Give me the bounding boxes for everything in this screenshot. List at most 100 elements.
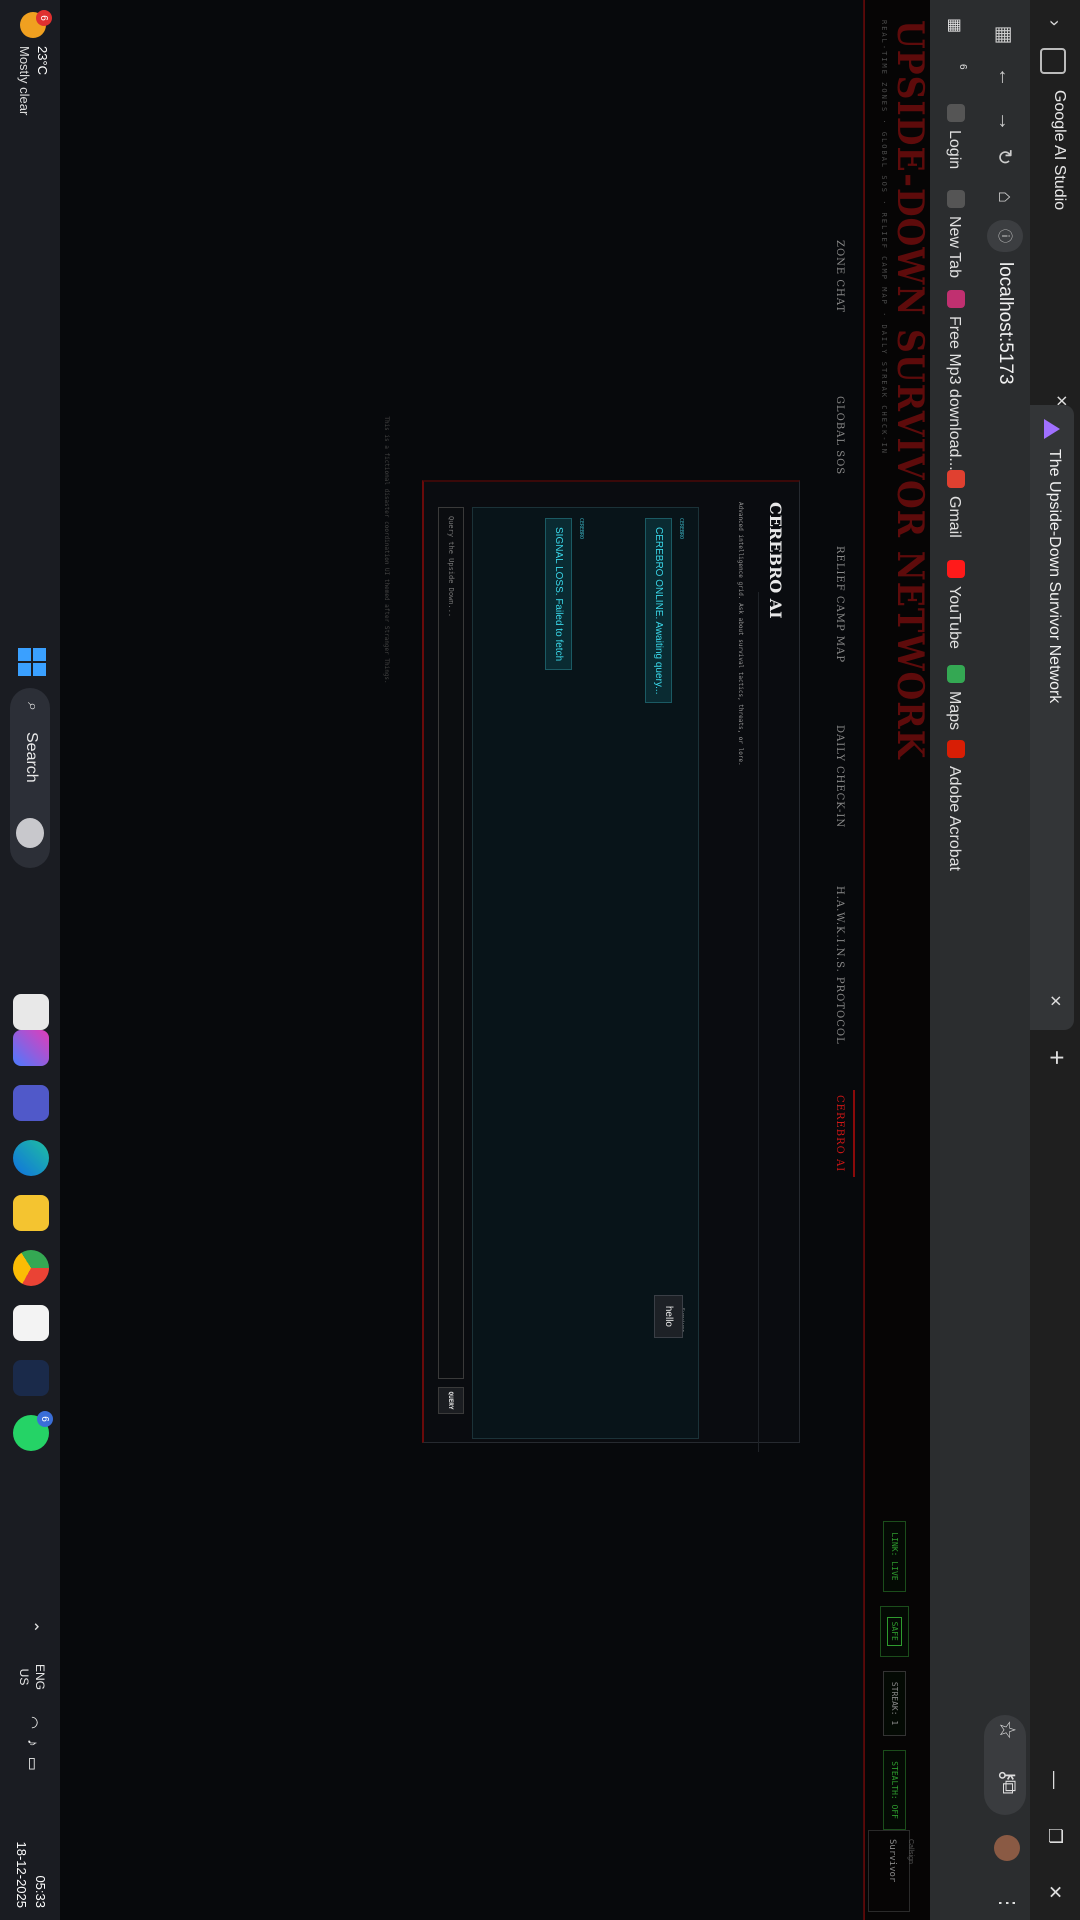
header-divider xyxy=(863,0,865,1920)
whatsapp-icon[interactable]: 6 xyxy=(13,1411,53,1451)
bookmark-login[interactable]: Login xyxy=(945,104,965,169)
bookmark-label: Maps xyxy=(946,691,963,731)
extensions-icon[interactable]: ⧉ xyxy=(997,1780,1020,1794)
bookmark-apps-icon[interactable]: ▦ xyxy=(945,18,965,33)
tab-google-ai-studio[interactable]: Google AI Studio xyxy=(1050,90,1068,210)
callsign-label: Callsign xyxy=(907,1839,914,1864)
footer-disclaimer: This is a fictional disaster coordinatio… xyxy=(383,416,390,684)
message-sender: CEREBRO xyxy=(578,518,584,540)
globe-icon xyxy=(947,190,965,208)
search-highlight-icon xyxy=(16,818,44,848)
query-button[interactable]: QUERY xyxy=(438,1387,464,1414)
minimize-icon[interactable]: — xyxy=(1030,1752,1080,1808)
panel-title: CEREBRO AI xyxy=(766,502,785,619)
bookmark-label: Free Mp3 download... xyxy=(946,316,963,471)
bookmark-star-icon[interactable]: ☆ xyxy=(994,1720,1020,1740)
tab-relief-camp-map[interactable]: RELIEF CAMP MAP xyxy=(834,546,845,663)
bookmark-adobe-acrobat[interactable]: Adobe Acrobat xyxy=(945,740,965,871)
user-callsign-field[interactable]: Callsign Survivor xyxy=(868,1830,914,1912)
file-copy-app-icon[interactable] xyxy=(13,994,49,1030)
tray-icons[interactable]: ◠♪▭ xyxy=(24,1716,42,1781)
streak-badge: STREAK: 1 xyxy=(883,1670,907,1737)
bookmark-new-tab[interactable]: New Tab xyxy=(945,190,965,278)
language-indicator[interactable]: ENG US xyxy=(16,1664,48,1690)
search-icon: ⌕ xyxy=(24,702,41,711)
globe-icon xyxy=(947,104,965,122)
bookmark-label: Login xyxy=(946,130,963,170)
query-input[interactable] xyxy=(439,508,463,1378)
microsoft-store-icon[interactable] xyxy=(13,1305,49,1341)
tab-global-sos[interactable]: GLOBAL SOS xyxy=(834,396,845,475)
chrome-icon[interactable] xyxy=(13,1250,49,1286)
weather-badge: 6 xyxy=(36,10,52,26)
weather-temp: 23°C xyxy=(35,46,50,76)
screen: › Google AI Studio × The Upside-Down Sur… xyxy=(0,0,1080,1920)
site-info-icon[interactable]: ⓘ xyxy=(987,220,1023,252)
music-icon xyxy=(947,290,965,308)
bookmark-label: Adobe Acrobat xyxy=(946,766,963,871)
acrobat-icon xyxy=(947,740,965,758)
bookmark-free-mp3[interactable]: Free Mp3 download... xyxy=(945,290,965,471)
window-controls: — ❐ ✕ xyxy=(1030,1752,1080,1920)
stealth-toggle[interactable]: STEALTH: OFF xyxy=(883,1750,907,1830)
start-button[interactable] xyxy=(16,648,46,678)
bookmark-label: YouTube xyxy=(946,586,963,649)
address-bar[interactable]: ⓘ localhost:5173 xyxy=(985,220,1023,1920)
home-icon[interactable]: ⌂ xyxy=(990,182,1020,212)
tray-overflow-chevron-icon[interactable]: ⌃ xyxy=(22,1620,42,1633)
bookmark-maps[interactable]: Maps xyxy=(945,665,965,730)
tab-zone-chat[interactable]: ZONE CHAT xyxy=(834,240,845,313)
apps-grid-icon[interactable]: ▦ xyxy=(990,20,1020,50)
tab-active[interactable]: The Upside-Down Survivor Network × xyxy=(1030,405,1074,1030)
restore-icon[interactable]: ❐ xyxy=(1030,1808,1080,1864)
teams-icon[interactable] xyxy=(13,1085,49,1121)
tab-title: The Upside-Down Survivor Network xyxy=(1046,449,1063,704)
battery-icon: ▭ xyxy=(24,1756,41,1781)
windows-logo-icon xyxy=(18,663,31,676)
taskbar-search[interactable]: ⌕ Search xyxy=(10,688,50,868)
tab-search-icon[interactable] xyxy=(1040,48,1066,74)
message-bubble: CEREBRO ONLINE. Awaiting query... xyxy=(645,518,672,704)
gmail-icon xyxy=(947,470,965,488)
region-label: US xyxy=(17,1668,31,1686)
link-status-badge: LINK: LIVE xyxy=(883,1521,907,1592)
back-icon[interactable]: ← xyxy=(990,62,1020,92)
safe-status-badge[interactable]: SAFE xyxy=(880,1605,910,1657)
chat-log[interactable]: CEREBRO CEREBRO ONLINE. Awaiting query..… xyxy=(472,507,699,1439)
file-explorer-icon[interactable] xyxy=(13,1195,49,1231)
page-viewport: UPSIDE-DOWN SURVIVOR NETWORK REAL-TIME Z… xyxy=(60,0,930,1920)
sidebar-toggle-icon[interactable]: › xyxy=(1040,8,1070,38)
message-bubble: SIGNAL LOSS. Failed to fetch xyxy=(545,518,572,671)
close-window-icon[interactable]: ✕ xyxy=(1030,1864,1080,1920)
app-header: UPSIDE-DOWN SURVIVOR NETWORK REAL-TIME Z… xyxy=(864,0,930,1920)
extension-badge[interactable]: 6 xyxy=(957,64,968,70)
search-label: Search xyxy=(23,732,40,783)
forward-icon[interactable]: → xyxy=(990,106,1020,136)
windows-logo-icon xyxy=(33,648,46,661)
profile-avatar[interactable] xyxy=(994,1835,1020,1861)
volume-icon: ♪ xyxy=(24,1739,41,1757)
edge-icon[interactable] xyxy=(13,1140,49,1176)
callsign-value: Survivor xyxy=(887,1839,897,1883)
weather-condition: Mostly clear xyxy=(17,46,32,116)
close-tab-icon[interactable]: × xyxy=(1043,995,1066,1007)
youtube-icon xyxy=(947,560,965,578)
tab-hawkins-protocol[interactable]: H.A.W.K.I.N.S. PROTOCOL xyxy=(834,886,845,1045)
vscode-like-app-icon[interactable] xyxy=(13,1360,49,1396)
tab-daily-check-in[interactable]: DAILY CHECK-IN xyxy=(834,725,845,828)
whatsapp-badge: 6 xyxy=(37,1411,53,1427)
bookmark-gmail[interactable]: Gmail xyxy=(945,470,965,538)
clock[interactable]: 05:33 18-12-2025 xyxy=(12,1818,50,1909)
reload-icon[interactable]: ↻ xyxy=(990,142,1020,172)
maps-icon xyxy=(947,665,965,683)
copilot-icon[interactable] xyxy=(13,1030,49,1066)
query-input-wrapper xyxy=(438,507,464,1379)
wifi-icon: ◠ xyxy=(24,1716,41,1740)
tab-cerebro-ai[interactable]: CEREBRO AI xyxy=(834,1095,845,1172)
browser-menu-icon[interactable]: ⋮ xyxy=(995,1893,1020,1913)
bookmark-label: New Tab xyxy=(946,216,963,278)
new-tab-icon[interactable]: + xyxy=(1041,1050,1072,1065)
bookmark-youtube[interactable]: YouTube xyxy=(945,560,965,649)
message-bubble: hello xyxy=(654,1294,683,1338)
browser-titlebar: › Google AI Studio × The Upside-Down Sur… xyxy=(1030,0,1080,1920)
